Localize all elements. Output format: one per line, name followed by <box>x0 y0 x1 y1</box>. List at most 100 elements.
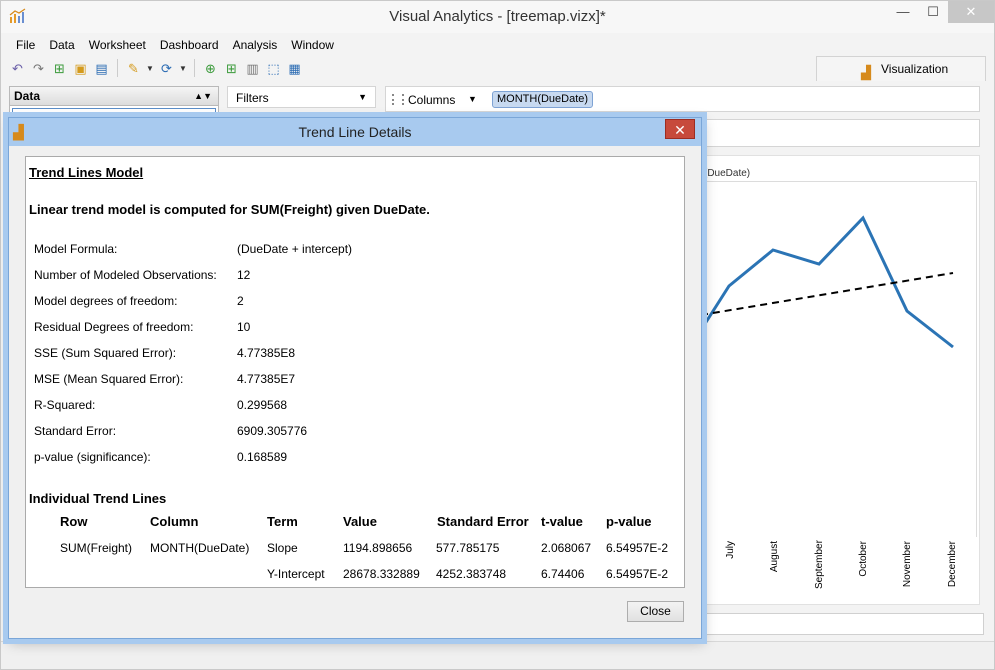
menu-window[interactable]: Window <box>284 37 341 55</box>
menu-dashboard[interactable]: Dashboard <box>153 37 226 55</box>
menu-data[interactable]: Data <box>42 37 81 55</box>
model-label: Number of Modeled Observations: <box>34 268 217 282</box>
dashboard-icon[interactable]: ▦ <box>286 60 303 77</box>
model-value: 12 <box>237 268 251 282</box>
table-cell: 4252.383748 <box>436 567 507 581</box>
minimize-button[interactable]: — <box>888 1 918 23</box>
model-label: Standard Error: <box>34 424 117 438</box>
menu-file[interactable]: File <box>9 37 42 55</box>
dialog-title: Trend Line Details <box>298 124 412 140</box>
model-value: 4.77385E7 <box>237 372 296 386</box>
model-label: Residual Degrees of freedom: <box>34 320 194 334</box>
model-value: 6909.305776 <box>237 424 308 438</box>
close-window-button[interactable]: ✕ <box>948 1 994 23</box>
filters-label: Filters <box>236 91 269 105</box>
dialog-title-bar: ▟ Trend Line Details ✕ <box>9 118 701 146</box>
table-cell: Y-Intercept <box>267 567 325 581</box>
window-title: Visual Analytics - [treemap.vizx]* <box>389 8 606 25</box>
x-label-august: August <box>769 541 780 573</box>
title-bar: Visual Analytics - [treemap.vizx]* — ☐ ✕ <box>1 1 994 33</box>
table-header: Value <box>343 514 377 529</box>
x-label-july: July <box>725 541 736 559</box>
section-title: Trend Lines Model <box>29 165 144 180</box>
table-cell: 2.068067 <box>541 541 592 555</box>
redo-icon[interactable]: ↷ <box>30 60 47 77</box>
model-value: 4.77385E8 <box>237 346 296 360</box>
model-label: R-Squared: <box>34 398 96 412</box>
close-button[interactable]: Close <box>627 601 684 622</box>
chevron-down-icon[interactable]: ▼ <box>146 64 154 73</box>
dialog-close-icon[interactable]: ✕ <box>665 119 695 139</box>
axis-header: (DueDate) <box>704 168 751 179</box>
undo-icon[interactable]: ↶ <box>9 60 26 77</box>
sort-icon[interactable]: ▲▼ <box>194 87 212 105</box>
x-label-october: October <box>858 541 869 577</box>
chart-plot-area <box>701 181 977 537</box>
filters-shelf[interactable]: Filters ▼ <box>227 86 376 108</box>
table-cell: 1194.898656 <box>343 541 413 555</box>
model-label: Model Formula: <box>34 242 118 256</box>
chevron-down-icon[interactable]: ▼ <box>358 92 367 102</box>
menu-worksheet[interactable]: Worksheet <box>82 37 153 55</box>
format-brush-icon[interactable]: ✎ <box>125 60 142 77</box>
model-value: 2 <box>237 294 244 308</box>
x-label-december: December <box>947 541 958 588</box>
model-value: 0.299568 <box>237 398 288 412</box>
columns-label: Columns <box>408 93 456 107</box>
individual-trend-lines-title: Individual Trend Lines <box>29 491 167 506</box>
series-line <box>701 215 954 349</box>
select-tool-icon[interactable]: ⬚ <box>265 60 282 77</box>
status-bar <box>1 641 994 669</box>
table-cell: SUM(Freight) <box>60 541 133 555</box>
table-cell: 6.74406 <box>541 567 585 581</box>
table-header: p-value <box>606 514 652 529</box>
x-label-september: September <box>814 540 825 589</box>
table-header: Term <box>267 514 298 529</box>
model-label: SSE (Sum Squared Error): <box>34 346 177 360</box>
chevron-down-icon[interactable]: ▼ <box>179 64 187 73</box>
table-header: t-value <box>541 514 583 529</box>
bar-chart-icon[interactable]: ▥ <box>244 60 261 77</box>
menu-analysis[interactable]: Analysis <box>226 37 285 55</box>
model-label: Model degrees of freedom: <box>34 294 178 308</box>
table-cell: MONTH(DueDate) <box>150 541 250 555</box>
add-chart-icon[interactable]: ⊕ <box>202 60 219 77</box>
toolbar-separator <box>117 59 118 77</box>
model-label: MSE (Mean Squared Error): <box>34 372 184 386</box>
visualization-icon: ▟ <box>861 65 871 80</box>
table-cell: Slope <box>267 541 298 555</box>
table-header: Column <box>150 514 199 529</box>
model-value: 10 <box>237 320 251 334</box>
model-label: p-value (significance): <box>34 450 151 464</box>
x-axis-labels: July August September October November D… <box>701 540 977 596</box>
chart-svg <box>701 215 954 349</box>
column-pill[interactable]: MONTH(DueDate) <box>492 91 594 108</box>
data-pane-title: Data <box>14 89 41 103</box>
columns-icon <box>392 94 404 105</box>
data-pane-header: Data ▲▼ <box>10 87 218 106</box>
menu-bar: File Data Worksheet Dashboard Analysis W… <box>9 37 341 55</box>
add-table-icon[interactable]: ⊞ <box>223 60 240 77</box>
visualization-tab[interactable]: ▟ Visualization <box>816 56 986 81</box>
x-label-november: November <box>902 541 913 588</box>
table-cell: 6.54957E-2 <box>606 567 669 581</box>
model-value: (DueDate + intercept) <box>237 242 353 256</box>
table-header: Standard Error <box>437 514 529 529</box>
save-icon[interactable]: ▤ <box>93 60 110 77</box>
new-icon[interactable]: ⊞ <box>51 60 68 77</box>
table-cell: 577.785175 <box>436 541 500 555</box>
refresh-icon[interactable]: ⟳ <box>158 60 175 77</box>
maximize-button[interactable]: ☐ <box>918 1 948 23</box>
open-folder-icon[interactable]: ▣ <box>72 60 89 77</box>
table-cell: 28678.332889 <box>343 567 420 581</box>
columns-shelf[interactable]: Columns ▼ MONTH(DueDate) <box>385 86 980 112</box>
visualization-tab-label: Visualization <box>881 62 949 76</box>
toolbar-separator <box>194 59 195 77</box>
trend-line-details-dialog: ▟ Trend Line Details ✕ Trend Lines Model… <box>8 117 702 639</box>
table-cell: 6.54957E-2 <box>606 541 669 555</box>
table-header: Row <box>60 514 88 529</box>
chevron-down-icon[interactable]: ▼ <box>468 94 477 104</box>
model-description: Linear trend model is computed for SUM(F… <box>29 202 430 217</box>
toolbar: ↶ ↷ ⊞ ▣ ▤ ✎ ▼ ⟳ ▼ ⊕ ⊞ ▥ ⬚ ▦ <box>9 57 303 79</box>
dialog-content: Trend Lines Model Linear trend model is … <box>25 156 685 588</box>
